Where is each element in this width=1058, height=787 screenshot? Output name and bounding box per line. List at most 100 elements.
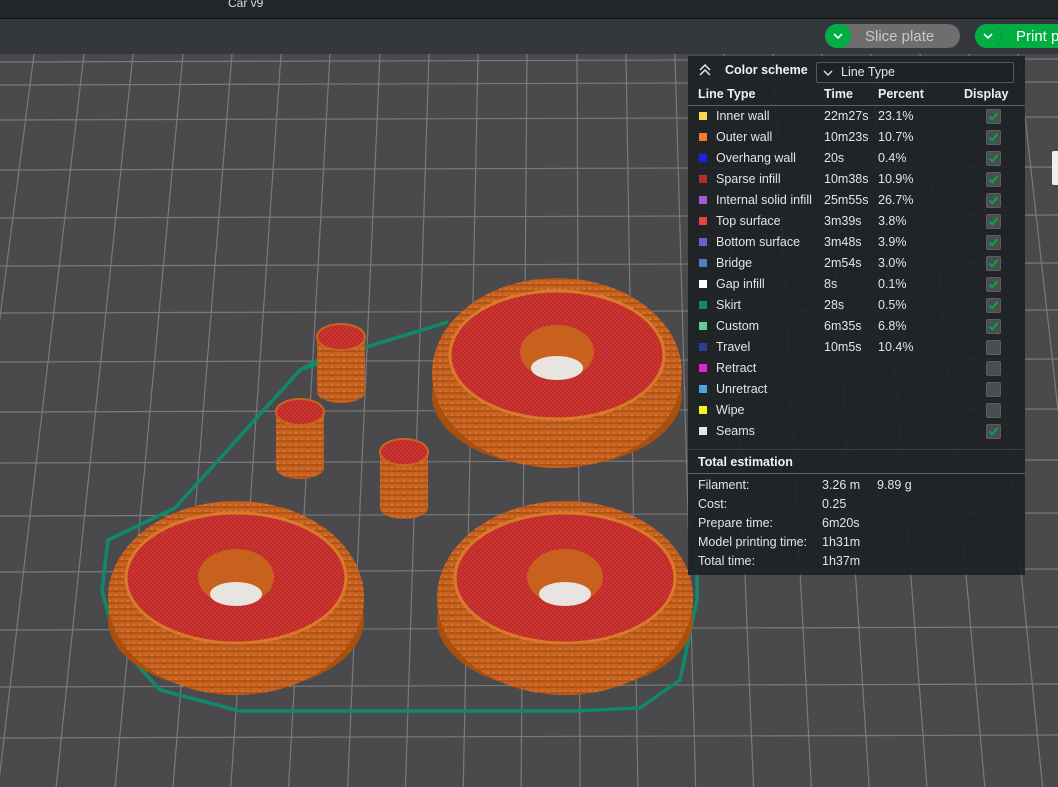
line-type-legend-panel: Color scheme Line Type Line Type Time Pe… xyxy=(688,56,1025,575)
check-icon xyxy=(988,217,999,226)
line-type-time: 22m27s xyxy=(824,109,869,123)
check-icon xyxy=(988,259,999,268)
line-type-time: 3m39s xyxy=(824,214,862,228)
check-icon xyxy=(988,175,999,184)
legend-row: Retract xyxy=(688,359,1025,380)
side-panel-toggle[interactable] xyxy=(1052,151,1058,185)
display-checkbox[interactable] xyxy=(986,340,1001,355)
estimation-row-prepare: Prepare time: 6m20s xyxy=(688,515,1025,534)
cost-value: 0.25 xyxy=(822,497,847,511)
filament-length: 3.26 m xyxy=(822,478,861,492)
color-swatch xyxy=(699,196,707,204)
display-checkbox[interactable] xyxy=(986,214,1001,229)
line-type-percent: 0.4% xyxy=(878,151,907,165)
color-swatch xyxy=(699,154,707,162)
line-type-name: Inner wall xyxy=(716,109,770,123)
grid-line xyxy=(0,53,35,322)
display-checkbox[interactable] xyxy=(986,424,1001,439)
line-type-name: Overhang wall xyxy=(716,151,796,165)
check-icon xyxy=(988,133,999,142)
line-type-time: 25m55s xyxy=(824,193,869,207)
wheel-model[interactable] xyxy=(432,278,682,468)
display-checkbox[interactable] xyxy=(986,403,1001,418)
cylinder-model[interactable] xyxy=(275,398,325,479)
display-checkbox[interactable] xyxy=(986,235,1001,250)
line-type-percent: 3.0% xyxy=(878,256,907,270)
chevron-down-icon[interactable] xyxy=(825,24,851,48)
legend-row: Custom 6m35s 6.8% xyxy=(688,317,1025,338)
color-scheme-select[interactable]: Line Type xyxy=(816,62,1014,83)
cylinder-model[interactable] xyxy=(379,438,429,519)
line-type-name: Sparse infill xyxy=(716,172,781,186)
legend-row: Gap infill 8s 0.1% xyxy=(688,275,1025,296)
display-checkbox[interactable] xyxy=(986,130,1001,145)
display-checkbox[interactable] xyxy=(986,298,1001,313)
legend-row: Top surface 3m39s 3.8% xyxy=(688,212,1025,233)
divider xyxy=(688,473,1025,474)
display-checkbox[interactable] xyxy=(986,193,1001,208)
check-icon xyxy=(988,112,999,121)
line-type-time: 28s xyxy=(824,298,845,312)
display-checkbox[interactable] xyxy=(986,256,1001,271)
color-scheme-label: Color scheme xyxy=(725,63,808,77)
color-swatch xyxy=(699,133,707,141)
color-swatch xyxy=(699,322,707,330)
print-plate-button[interactable]: Print p xyxy=(975,24,1058,48)
check-icon xyxy=(988,427,999,436)
check-icon xyxy=(988,238,999,247)
display-checkbox[interactable] xyxy=(986,319,1001,334)
chevron-down-icon[interactable] xyxy=(975,24,1002,48)
display-checkbox[interactable] xyxy=(986,277,1001,292)
line-type-name: Outer wall xyxy=(716,130,773,144)
estimation-row-filament: Filament: 3.26 m 9.89 g xyxy=(688,477,1025,496)
slice-plate-label: Slice plate xyxy=(865,27,935,45)
display-checkbox[interactable] xyxy=(986,151,1001,166)
line-type-name: Bridge xyxy=(716,256,753,270)
line-type-time: 10m23s xyxy=(824,130,869,144)
total-estimation-title: Total estimation xyxy=(698,455,793,469)
legend-row: Wipe xyxy=(688,401,1025,422)
slice-plate-button[interactable]: Slice plate xyxy=(825,24,960,48)
legend-row: Skirt 28s 0.5% xyxy=(688,296,1025,317)
line-type-name: Bottom surface xyxy=(716,235,801,249)
line-type-name: Top surface xyxy=(716,214,781,228)
estimation-label: Filament: xyxy=(698,478,750,492)
line-type-time: 10m38s xyxy=(824,172,869,186)
color-swatch xyxy=(699,280,707,288)
estimation-row-model: Model printing time: 1h31m xyxy=(688,534,1025,553)
line-type-name: Travel xyxy=(716,340,751,354)
display-checkbox[interactable] xyxy=(986,172,1001,187)
column-header-time: Time xyxy=(824,87,853,101)
check-icon xyxy=(988,280,999,289)
line-type-time: 8s xyxy=(824,277,838,291)
check-icon xyxy=(988,196,999,205)
line-type-time: 6m35s xyxy=(824,319,862,333)
display-checkbox[interactable] xyxy=(986,109,1001,124)
divider xyxy=(688,105,1025,106)
line-type-name: Wipe xyxy=(716,403,745,417)
color-swatch xyxy=(699,217,707,225)
collapse-up-icon[interactable] xyxy=(698,63,712,77)
grid-line xyxy=(55,53,134,787)
color-swatch xyxy=(699,385,707,393)
color-swatch xyxy=(699,259,707,267)
line-type-time: 20s xyxy=(824,151,845,165)
title-bar: Car v9 xyxy=(0,0,1058,19)
estimation-label: Total time: xyxy=(698,554,755,568)
display-checkbox[interactable] xyxy=(986,382,1001,397)
legend-header: Color scheme Line Type xyxy=(688,56,1025,86)
cylinder-model[interactable] xyxy=(316,323,366,403)
display-checkbox[interactable] xyxy=(986,361,1001,376)
line-type-time: 2m54s xyxy=(824,256,862,270)
wheel-model[interactable] xyxy=(437,501,693,695)
line-type-name: Seams xyxy=(716,424,755,438)
line-type-percent: 3.9% xyxy=(878,235,907,249)
line-type-name: Gap infill xyxy=(716,277,765,291)
line-type-percent: 3.8% xyxy=(878,214,907,228)
line-type-time: 10m5s xyxy=(824,340,862,354)
color-swatch xyxy=(699,343,707,351)
model-printing-time-value: 1h31m xyxy=(822,535,861,549)
color-swatch xyxy=(699,301,707,309)
wheel-model[interactable] xyxy=(108,501,364,695)
legend-row: Internal solid infill 25m55s 26.7% xyxy=(688,191,1025,212)
